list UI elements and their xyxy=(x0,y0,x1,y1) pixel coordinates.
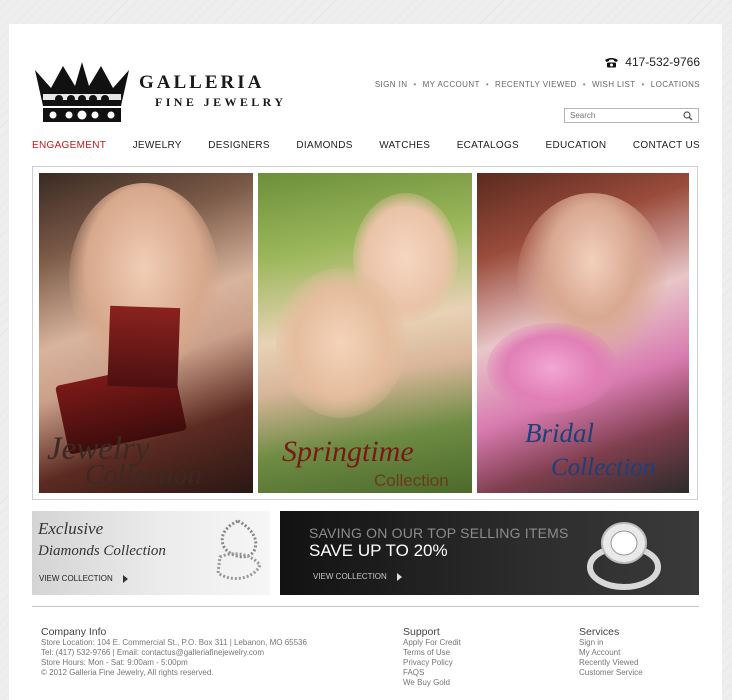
link-locations[interactable]: LOCATIONS xyxy=(651,80,700,89)
engagement-ring-icon xyxy=(587,522,661,590)
cta-label: VIEW COLLECTION xyxy=(39,574,113,583)
contact-line[interactable]: Tel: (417) 532-9766 | Email: contactus@g… xyxy=(41,648,307,658)
footer-heading: Services xyxy=(579,626,620,638)
footer-link-sign-in[interactable]: Sign in xyxy=(579,638,643,648)
store-hours: Store Hours: Mon - Sat: 9:00am - 5:00pm xyxy=(41,658,188,667)
nav-item-designers[interactable]: DESIGNERS xyxy=(208,140,270,151)
diamond-ring-icon xyxy=(216,519,262,581)
brand-name: GALLERIA xyxy=(139,72,265,93)
search-input[interactable] xyxy=(565,109,683,122)
play-arrow-icon xyxy=(396,572,402,581)
footer-divider xyxy=(32,606,699,607)
utility-links: SIGN IN • MY ACCOUNT • RECENTLY VIEWED •… xyxy=(375,80,700,89)
separator: • xyxy=(413,80,417,89)
site-logo[interactable]: GALLERIA FINE JEWELRY xyxy=(31,60,306,126)
mother-photo xyxy=(276,268,406,418)
separator: • xyxy=(582,80,586,89)
footer-link-privacy[interactable]: Privacy Policy xyxy=(403,658,461,668)
footer-link-my-account[interactable]: My Account xyxy=(579,648,643,658)
hero-panel-bridal[interactable]: Bridal Collection xyxy=(477,173,689,493)
footer-link-customer-service[interactable]: Customer Service xyxy=(579,668,643,678)
hero-subtitle: Collection xyxy=(85,460,202,491)
search-icon[interactable] xyxy=(683,110,693,121)
hero-panel-jewelry[interactable]: Jewelry Collection xyxy=(39,173,253,493)
hero-title: Bridal xyxy=(525,418,595,448)
hero-subtitle: Collection xyxy=(374,471,449,490)
dress-photo xyxy=(487,323,617,413)
separator: • xyxy=(485,80,490,89)
nav-item-watches[interactable]: WATCHES xyxy=(379,140,430,151)
link-recently-viewed[interactable]: RECENTLY VIEWED xyxy=(495,80,577,89)
view-collection-link[interactable]: VIEW COLLECTION xyxy=(39,574,128,583)
nav-item-jewelry[interactable]: JEWELRY xyxy=(133,140,182,151)
nav-item-diamonds[interactable]: DIAMONDS xyxy=(296,140,352,151)
footer-link-apply-credit[interactable]: Apply For Credit xyxy=(403,638,461,648)
footer-support: Support Apply For Credit Terms of Use Pr… xyxy=(403,627,461,688)
nav-item-education[interactable]: EDUCATION xyxy=(546,140,607,151)
crown-icon xyxy=(35,62,129,122)
store-location: Store Location: 104 E. Commercial St., P… xyxy=(41,638,307,647)
footer-link-terms[interactable]: Terms of Use xyxy=(403,648,461,658)
promo-diamonds[interactable]: Exclusive Diamonds Collection VIEW COLLE… xyxy=(32,511,270,595)
promo-title: SAVING ON OUR TOP SELLING ITEMS xyxy=(309,525,569,541)
hero-title: Springtime xyxy=(282,435,414,468)
search-box xyxy=(564,108,699,123)
play-arrow-icon xyxy=(122,574,128,583)
view-collection-link[interactable]: VIEW COLLECTION xyxy=(313,572,402,581)
link-my-account[interactable]: MY ACCOUNT xyxy=(423,80,480,89)
nav-item-contact-us[interactable]: CONTACT US xyxy=(633,140,700,151)
promo-sale[interactable]: SAVING ON OUR TOP SELLING ITEMS SAVE UP … xyxy=(280,511,699,595)
footer-services: Services Sign in My Account Recently Vie… xyxy=(579,627,643,678)
footer-heading: Company Info xyxy=(41,626,107,638)
promo-headline: SAVE UP TO 20% xyxy=(309,541,448,560)
link-sign-in[interactable]: SIGN IN xyxy=(375,80,408,89)
separator: • xyxy=(641,80,645,89)
nav-item-engagement[interactable]: ENGAGEMENT xyxy=(32,140,106,151)
main-nav: ENGAGEMENT JEWELRY DESIGNERS DIAMONDS WA… xyxy=(32,140,700,151)
page-container: GALLERIA FINE JEWELRY 417-532-9766 SIGN … xyxy=(9,24,722,700)
footer-link-recently-viewed[interactable]: Recently Viewed xyxy=(579,658,643,668)
footer-link-buy-gold[interactable]: We Buy Gold xyxy=(403,678,461,688)
cta-label: VIEW COLLECTION xyxy=(313,572,387,581)
promo-subtitle: Diamonds Collection xyxy=(38,543,166,559)
hero-banner: Jewelry Collection Springtime Collection… xyxy=(32,166,698,500)
hero-subtitle: Collection xyxy=(551,454,656,481)
promo-title: Exclusive xyxy=(38,519,104,538)
nav-item-ecatalogs[interactable]: ECATALOGS xyxy=(457,140,519,151)
copyright: © 2012 Galleria Fine Jewelry, All rights… xyxy=(41,668,214,677)
phone-number[interactable]: 417-532-9766 xyxy=(604,55,700,69)
hero-panel-springtime[interactable]: Springtime Collection xyxy=(258,173,472,493)
footer-link-faqs[interactable]: FAQS xyxy=(403,668,461,678)
brand-tagline: FINE JEWELRY xyxy=(155,95,287,109)
phone-icon xyxy=(605,57,619,67)
footer-company-info: Company Info Store Location: 104 E. Comm… xyxy=(41,627,307,678)
link-wish-list[interactable]: WISH LIST xyxy=(592,80,636,89)
phone-label: 417-532-9766 xyxy=(625,55,700,69)
footer-heading: Support xyxy=(403,626,440,638)
